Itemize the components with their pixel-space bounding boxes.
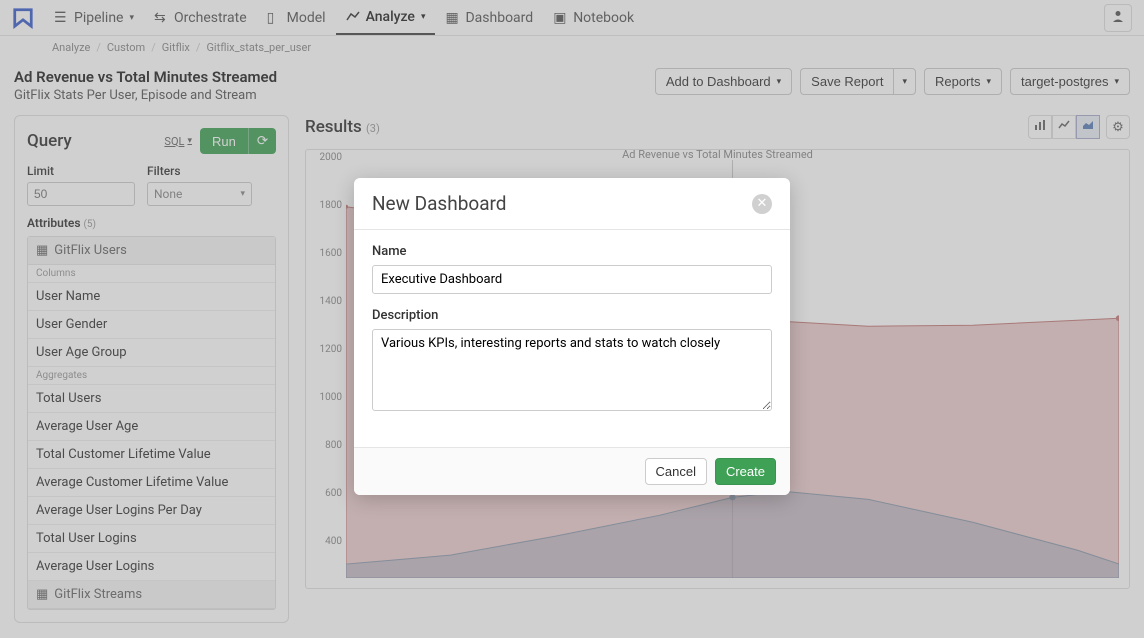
- description-label: Description: [372, 308, 772, 323]
- modal-header: New Dashboard ✕: [354, 178, 790, 230]
- dashboard-name-input[interactable]: [372, 265, 772, 294]
- modal-footer: Cancel Create: [354, 447, 790, 495]
- create-button[interactable]: Create: [715, 458, 776, 485]
- close-button[interactable]: ✕: [752, 194, 772, 214]
- name-label: Name: [372, 244, 772, 259]
- dashboard-description-input[interactable]: [372, 329, 772, 411]
- close-icon: ✕: [757, 196, 768, 211]
- cancel-button[interactable]: Cancel: [645, 458, 707, 485]
- modal-title: New Dashboard: [372, 192, 507, 215]
- modal-body: Name Description: [354, 230, 790, 447]
- modal-overlay[interactable]: New Dashboard ✕ Name Description Cancel …: [0, 0, 1144, 638]
- new-dashboard-modal: New Dashboard ✕ Name Description Cancel …: [354, 178, 790, 495]
